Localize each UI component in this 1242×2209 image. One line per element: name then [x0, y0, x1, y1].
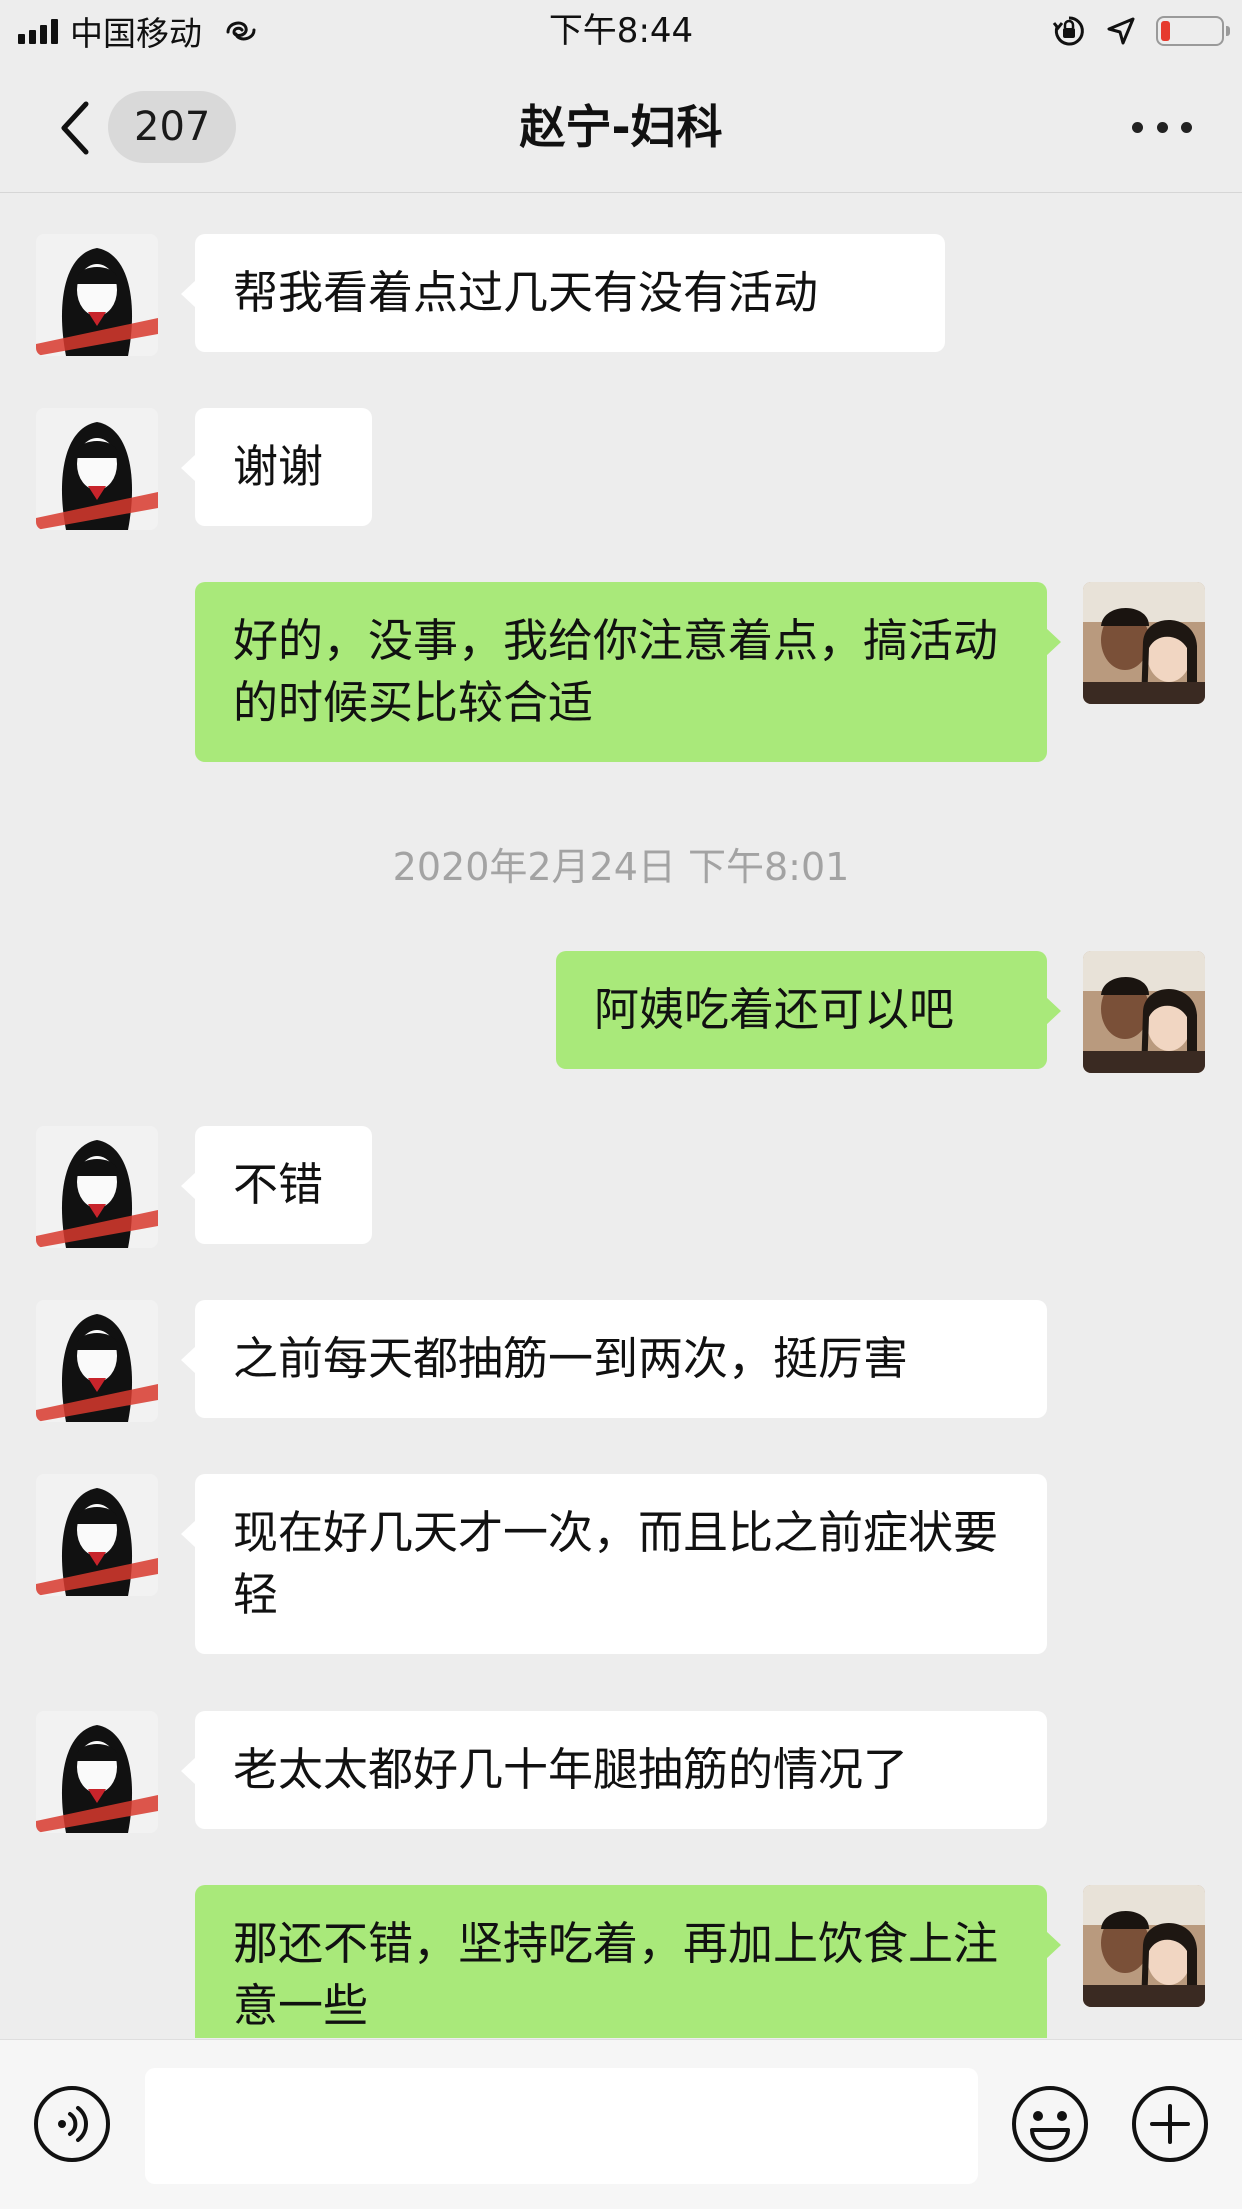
battery-level [1161, 21, 1170, 41]
message-bubble-outgoing[interactable]: 那还不错，坚持吃着，再加上饮食上注意一些 [195, 1885, 1061, 2038]
chat-header: 207 赵宁-妇科 [0, 62, 1242, 193]
message-list[interactable]: 帮我看着点过几天有没有活动 谢谢 好的，没事，我给你注意着点，搞活动的时候买比较… [0, 193, 1242, 2038]
message-input[interactable] [145, 2068, 978, 2184]
orientation-lock-icon [1052, 16, 1084, 46]
status-right [1052, 10, 1230, 52]
contact-avatar[interactable] [36, 1300, 158, 1422]
my-avatar[interactable] [1083, 951, 1205, 1073]
more-functions-icon[interactable] [1130, 2084, 1210, 2164]
message-bubble-outgoing[interactable]: 阿姨吃着还可以吧 [556, 951, 1061, 1069]
message-bubble-incoming[interactable]: 不错 [181, 1126, 372, 1244]
contact-avatar[interactable] [36, 1711, 158, 1833]
contact-avatar[interactable] [36, 408, 158, 530]
more-options-icon[interactable] [1132, 110, 1192, 144]
contact-avatar[interactable] [36, 234, 158, 356]
message-bubble-incoming[interactable]: 之前每天都抽筋一到两次，挺厉害 [181, 1300, 1047, 1418]
battery-icon [1156, 16, 1230, 46]
location-icon [1107, 17, 1135, 45]
input-bar [0, 2039, 1242, 2209]
voice-input-icon[interactable] [32, 2084, 112, 2164]
message-timestamp: 2020年2月24日 下午8:01 [392, 845, 850, 889]
message-bubble-incoming[interactable]: 现在好几天才一次，而且比之前症状要轻 [181, 1474, 1047, 1654]
contact-avatar[interactable] [36, 1474, 158, 1596]
contact-avatar[interactable] [36, 1126, 158, 1248]
my-avatar[interactable] [1083, 582, 1205, 704]
message-bubble-incoming[interactable]: 谢谢 [181, 408, 372, 526]
status-bar: 中国移动 下午8:44 [0, 0, 1242, 62]
message-bubble-outgoing[interactable]: 好的，没事，我给你注意着点，搞活动的时候买比较合适 [195, 582, 1061, 762]
emoji-icon[interactable] [1010, 2084, 1090, 2164]
message-bubble-incoming[interactable]: 老太太都好几十年腿抽筋的情况了 [181, 1711, 1047, 1829]
chat-title: 赵宁-妇科 [519, 100, 723, 154]
my-avatar[interactable] [1083, 1885, 1205, 2007]
message-bubble-incoming[interactable]: 帮我看着点过几天有没有活动 [181, 234, 945, 352]
